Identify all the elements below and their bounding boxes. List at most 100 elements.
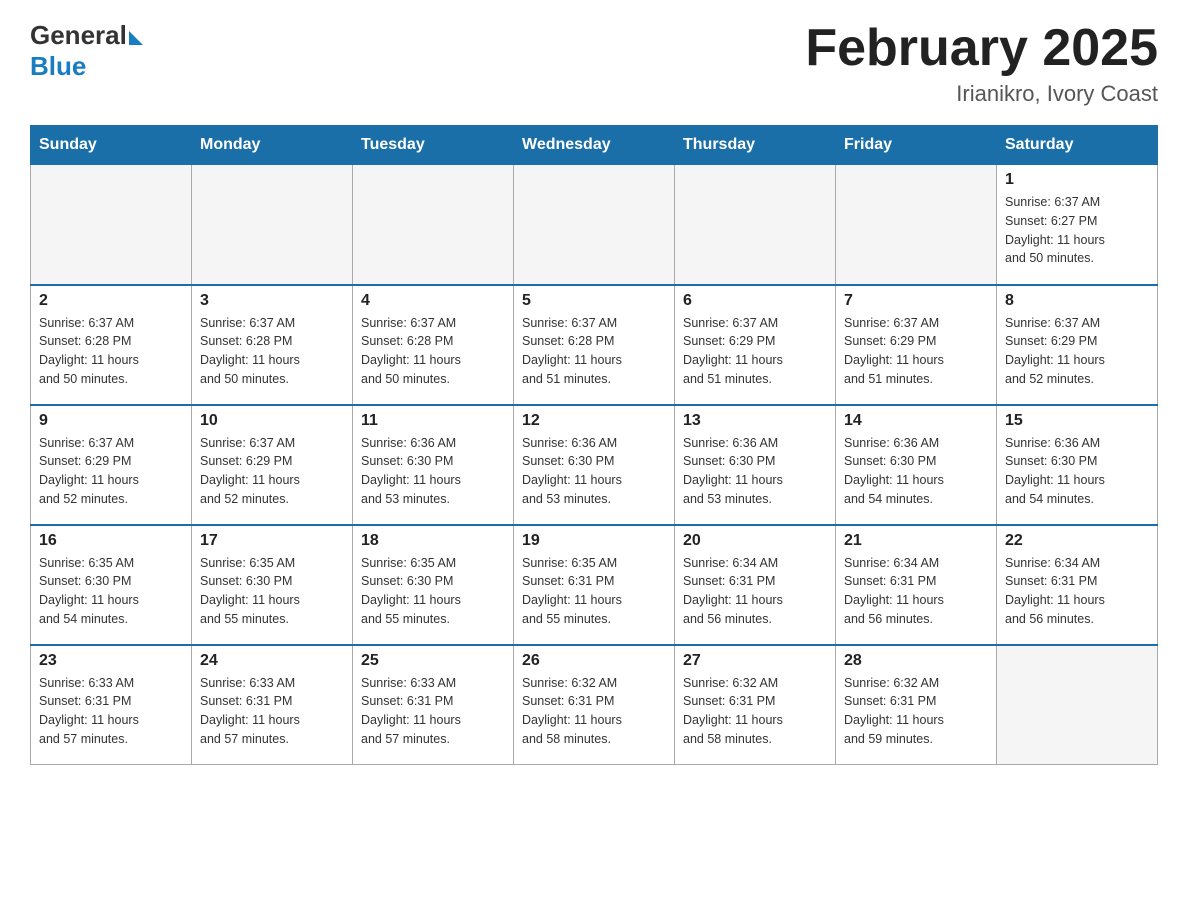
day-number: 26 xyxy=(522,652,666,670)
day-of-week-header: Saturday xyxy=(997,126,1158,165)
day-of-week-header: Tuesday xyxy=(353,126,514,165)
day-number: 10 xyxy=(200,412,344,430)
calendar-day-cell: 7 Sunrise: 6:37 AM Sunset: 6:29 PM Daylig… xyxy=(836,285,997,405)
day-number: 4 xyxy=(361,292,505,310)
day-info: Sunrise: 6:35 AM Sunset: 6:30 PM Dayligh… xyxy=(200,554,344,629)
calendar-subtitle: Irianikro, Ivory Coast xyxy=(805,81,1158,107)
calendar-day-cell: 6 Sunrise: 6:37 AM Sunset: 6:29 PM Daylig… xyxy=(675,285,836,405)
day-info: Sunrise: 6:36 AM Sunset: 6:30 PM Dayligh… xyxy=(844,434,988,509)
calendar-day-cell: 9 Sunrise: 6:37 AM Sunset: 6:29 PM Daylig… xyxy=(31,405,192,525)
calendar-day-cell: 25Sunrise: 6:33 AM Sunset: 6:31 PM Dayli… xyxy=(353,645,514,765)
day-info: Sunrise: 6:32 AM Sunset: 6:31 PM Dayligh… xyxy=(844,674,988,749)
title-block: February 2025 Irianikro, Ivory Coast xyxy=(805,20,1158,107)
day-number: 24 xyxy=(200,652,344,670)
day-number: 17 xyxy=(200,532,344,550)
calendar-day-cell: 3 Sunrise: 6:37 AM Sunset: 6:28 PM Daylig… xyxy=(192,285,353,405)
day-info: Sunrise: 6:37 AM Sunset: 6:28 PM Dayligh… xyxy=(522,314,666,389)
calendar-day-cell: 12 Sunrise: 6:36 AM Sunset: 6:30 PM Dayli… xyxy=(514,405,675,525)
page-header: General Blue February 2025 Irianikro, Iv… xyxy=(30,20,1158,107)
day-number: 18 xyxy=(361,532,505,550)
day-info: Sunrise: 6:33 AM Sunset: 6:31 PM Dayligh… xyxy=(200,674,344,749)
calendar-day-cell: 17 Sunrise: 6:35 AM Sunset: 6:30 PM Dayli… xyxy=(192,525,353,645)
day-number: 6 xyxy=(683,292,827,310)
day-number: 3 xyxy=(200,292,344,310)
day-info: Sunrise: 6:36 AM Sunset: 6:30 PM Dayligh… xyxy=(522,434,666,509)
calendar-day-cell: 14 Sunrise: 6:36 AM Sunset: 6:30 PM Dayli… xyxy=(836,405,997,525)
day-number: 7 xyxy=(844,292,988,310)
calendar-title: February 2025 xyxy=(805,20,1158,77)
calendar-day-cell: 16Sunrise: 6:35 AM Sunset: 6:30 PM Dayli… xyxy=(31,525,192,645)
calendar-day-cell: 24 Sunrise: 6:33 AM Sunset: 6:31 PM Dayli… xyxy=(192,645,353,765)
day-number: 27 xyxy=(683,652,827,670)
day-of-week-header: Wednesday xyxy=(514,126,675,165)
day-number: 28 xyxy=(844,652,988,670)
day-number: 1 xyxy=(1005,171,1149,189)
day-number: 14 xyxy=(844,412,988,430)
day-info: Sunrise: 6:34 AM Sunset: 6:31 PM Dayligh… xyxy=(844,554,988,629)
calendar-day-cell: 19 Sunrise: 6:35 AM Sunset: 6:31 PM Dayli… xyxy=(514,525,675,645)
day-info: Sunrise: 6:33 AM Sunset: 6:31 PM Dayligh… xyxy=(361,674,505,749)
day-info: Sunrise: 6:34 AM Sunset: 6:31 PM Dayligh… xyxy=(683,554,827,629)
day-info: Sunrise: 6:32 AM Sunset: 6:31 PM Dayligh… xyxy=(683,674,827,749)
day-number: 19 xyxy=(522,532,666,550)
calendar-day-cell xyxy=(192,165,353,285)
calendar-day-cell xyxy=(353,165,514,285)
day-info: Sunrise: 6:36 AM Sunset: 6:30 PM Dayligh… xyxy=(683,434,827,509)
calendar-day-cell: 11 Sunrise: 6:36 AM Sunset: 6:30 PM Dayli… xyxy=(353,405,514,525)
logo-text-general: General xyxy=(30,20,127,51)
calendar-day-cell: 28 Sunrise: 6:32 AM Sunset: 6:31 PM Dayli… xyxy=(836,645,997,765)
day-number: 11 xyxy=(361,412,505,430)
day-number: 20 xyxy=(683,532,827,550)
day-number: 12 xyxy=(522,412,666,430)
calendar-day-cell: 22 Sunrise: 6:34 AM Sunset: 6:31 PM Dayli… xyxy=(997,525,1158,645)
day-info: Sunrise: 6:32 AM Sunset: 6:31 PM Dayligh… xyxy=(522,674,666,749)
day-info: Sunrise: 6:37 AM Sunset: 6:27 PM Dayligh… xyxy=(1005,193,1149,268)
calendar-day-cell: 8 Sunrise: 6:37 AM Sunset: 6:29 PM Daylig… xyxy=(997,285,1158,405)
calendar-day-cell: 4 Sunrise: 6:37 AM Sunset: 6:28 PM Daylig… xyxy=(353,285,514,405)
day-info: Sunrise: 6:37 AM Sunset: 6:29 PM Dayligh… xyxy=(39,434,183,509)
calendar-day-cell: 2 Sunrise: 6:37 AM Sunset: 6:28 PM Daylig… xyxy=(31,285,192,405)
day-of-week-header: Friday xyxy=(836,126,997,165)
day-info: Sunrise: 6:36 AM Sunset: 6:30 PM Dayligh… xyxy=(361,434,505,509)
day-info: Sunrise: 6:37 AM Sunset: 6:29 PM Dayligh… xyxy=(1005,314,1149,389)
day-number: 2 xyxy=(39,292,183,310)
day-number: 23 xyxy=(39,652,183,670)
day-of-week-header: Monday xyxy=(192,126,353,165)
day-of-week-header: Thursday xyxy=(675,126,836,165)
calendar-table: SundayMondayTuesdayWednesdayThursdayFrid… xyxy=(30,125,1158,765)
day-number: 21 xyxy=(844,532,988,550)
day-number: 5 xyxy=(522,292,666,310)
calendar-day-cell: 23 Sunrise: 6:33 AM Sunset: 6:31 PM Dayli… xyxy=(31,645,192,765)
day-info: Sunrise: 6:37 AM Sunset: 6:29 PM Dayligh… xyxy=(683,314,827,389)
day-number: 13 xyxy=(683,412,827,430)
day-number: 8 xyxy=(1005,292,1149,310)
calendar-day-cell: 20 Sunrise: 6:34 AM Sunset: 6:31 PM Dayli… xyxy=(675,525,836,645)
calendar-day-cell: 13 Sunrise: 6:36 AM Sunset: 6:30 PM Dayli… xyxy=(675,405,836,525)
calendar-week-row: 9 Sunrise: 6:37 AM Sunset: 6:29 PM Daylig… xyxy=(31,405,1158,525)
logo-text-blue: Blue xyxy=(30,51,143,82)
day-info: Sunrise: 6:33 AM Sunset: 6:31 PM Dayligh… xyxy=(39,674,183,749)
day-info: Sunrise: 6:35 AM Sunset: 6:31 PM Dayligh… xyxy=(522,554,666,629)
day-info: Sunrise: 6:37 AM Sunset: 6:28 PM Dayligh… xyxy=(200,314,344,389)
day-info: Sunrise: 6:37 AM Sunset: 6:29 PM Dayligh… xyxy=(844,314,988,389)
day-info: Sunrise: 6:35 AM Sunset: 6:30 PM Dayligh… xyxy=(361,554,505,629)
day-info: Sunrise: 6:34 AM Sunset: 6:31 PM Dayligh… xyxy=(1005,554,1149,629)
day-number: 22 xyxy=(1005,532,1149,550)
day-of-week-header: Sunday xyxy=(31,126,192,165)
day-number: 9 xyxy=(39,412,183,430)
logo: General Blue xyxy=(30,20,143,82)
day-info: Sunrise: 6:37 AM Sunset: 6:28 PM Dayligh… xyxy=(361,314,505,389)
calendar-day-cell: 10Sunrise: 6:37 AM Sunset: 6:29 PM Dayli… xyxy=(192,405,353,525)
calendar-day-cell xyxy=(675,165,836,285)
calendar-day-cell xyxy=(31,165,192,285)
calendar-day-cell xyxy=(514,165,675,285)
calendar-week-row: 1 Sunrise: 6:37 AM Sunset: 6:27 PM Daylig… xyxy=(31,165,1158,285)
day-number: 15 xyxy=(1005,412,1149,430)
calendar-week-row: 23 Sunrise: 6:33 AM Sunset: 6:31 PM Dayli… xyxy=(31,645,1158,765)
calendar-header-row: SundayMondayTuesdayWednesdayThursdayFrid… xyxy=(31,126,1158,165)
calendar-day-cell: 27 Sunrise: 6:32 AM Sunset: 6:31 PM Dayli… xyxy=(675,645,836,765)
logo-arrow-icon xyxy=(129,31,143,45)
calendar-day-cell: 15Sunrise: 6:36 AM Sunset: 6:30 PM Dayli… xyxy=(997,405,1158,525)
day-number: 16 xyxy=(39,532,183,550)
day-info: Sunrise: 6:37 AM Sunset: 6:28 PM Dayligh… xyxy=(39,314,183,389)
